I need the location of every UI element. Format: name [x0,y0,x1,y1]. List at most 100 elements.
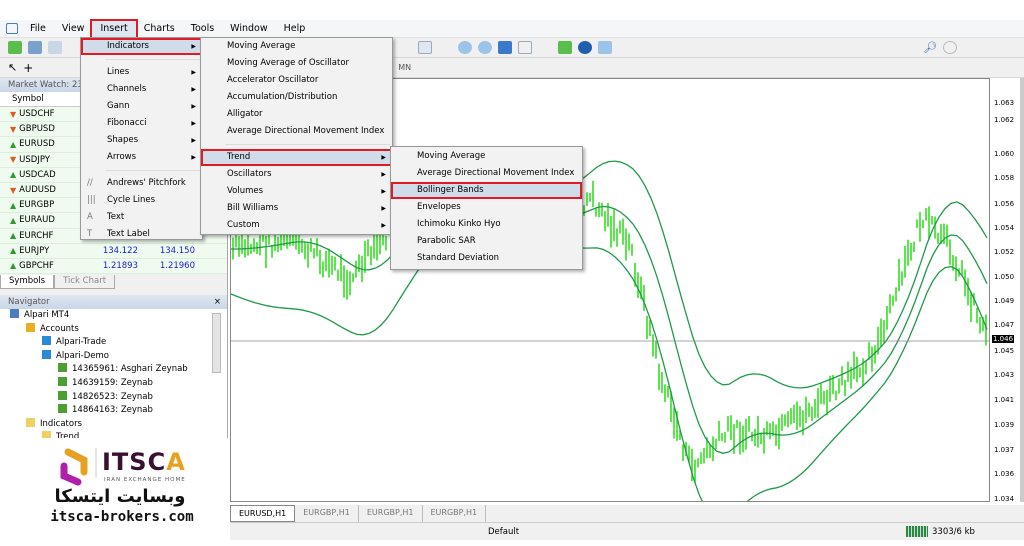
chart-tab[interactable]: EURUSD,H1 [230,505,296,522]
menu-item-indicators[interactable]: Indicators ▶ [81,38,202,55]
menu-item-label: Bollinger Bands [417,185,484,195]
bid-price: 134.122 [102,245,138,256]
menu-item-average-directional-movement-index[interactable]: Average Directional Movement Index [391,165,582,182]
symbol-row[interactable]: ▲ EURJPY 134.122 134.150 [0,243,227,259]
navigator-item[interactable]: 14365961: Asghari Zeynab [0,363,227,377]
auto-scroll-icon[interactable] [518,41,532,54]
menu-item-text[interactable]: A Text [81,209,202,226]
menu-item-fibonacci[interactable]: Fibonacci ▶ [81,115,202,132]
status-traffic: 3303/6 kb [932,527,975,537]
terminal-icon [10,309,19,319]
zoom-in-icon[interactable] [458,41,472,54]
tab-symbols[interactable]: Symbols [0,275,55,290]
bar-chart-icon[interactable] [398,41,412,54]
menu-item-lines[interactable]: Lines ▶ [81,64,202,81]
menu-item-label: Channels [107,84,147,94]
menu-item-label: Envelopes [417,202,461,212]
menu-item-cycle-lines[interactable]: ||| Cycle Lines [81,192,202,209]
line-chart-icon[interactable] [438,41,452,54]
navigator-tree: Alpari MT4 Accounts Alpari-Trade Alpari-Dem… [0,309,227,460]
arrow-up-icon: ▲ [10,139,17,149]
crosshair-icon[interactable]: + [23,61,33,75]
menu-tools[interactable]: Tools [183,21,222,37]
menu-item-average-directional-movement-index[interactable]: Average Directional Movement Index [201,123,392,140]
menu-item-moving-average-of-oscillator[interactable]: Moving Average of Oscillator [201,55,392,72]
navigator-item[interactable]: Alpari MT4 [0,309,227,323]
close-icon[interactable]: × [214,295,221,309]
chart-tabs: EURUSD,H1 EURGBP,H1 EURGBP,H1 EURGBP,H1 [230,505,1024,522]
candlestick-icon[interactable] [418,41,432,54]
symbol-name: AUDUSD [19,185,56,196]
menu-item-custom[interactable]: Custom ▶ [201,217,392,234]
menu-item-label: Average Directional Movement Index [417,168,575,178]
menu-item-parabolic-sar[interactable]: Parabolic SAR [391,233,582,250]
menu-item-moving-average[interactable]: Moving Average [201,38,392,55]
menu-view[interactable]: View [54,21,93,37]
menu-item-andrews-pitchfork[interactable]: // Andrews' Pitchfork [81,175,202,192]
menu-help[interactable]: Help [276,21,314,37]
menu-window[interactable]: Window [222,21,275,37]
search-icon[interactable]: 🔎︎ [923,41,937,54]
menu-item-bill-williams[interactable]: Bill Williams ▶ [201,200,392,217]
arrow-up-icon: ▲ [10,261,17,271]
menu-insert[interactable]: Insert [90,18,138,39]
navigator-item[interactable]: Accounts [0,322,227,337]
menu-charts[interactable]: Charts [136,21,183,37]
symbol-row[interactable]: ▲ GBPCHF 1.21893 1.21960 [0,258,227,275]
symbol-cell: ▲ EURGBP [0,200,85,210]
menu-item-standard-deviation[interactable]: Standard Deviation [391,250,582,267]
menu-item-text-label[interactable]: T Text Label [81,226,202,243]
menu-item-bollinger-bands[interactable]: Bollinger Bands [391,182,582,199]
menu-item-arrows[interactable]: Arrows ▶ [81,149,202,166]
periods-icon[interactable] [578,41,592,54]
price-label: 1.045 [994,347,1015,355]
menu-item-ichimoku-kinko-hyo[interactable]: Ichimoku Kinko Hyo [391,216,582,233]
symbol-name: EURGBP [19,200,55,211]
new-chart-icon[interactable] [8,41,22,54]
indicators-icon[interactable] [558,41,572,54]
cursor-icon[interactable]: ↖ [8,61,17,74]
tab-tick-chart[interactable]: Tick Chart [54,275,116,290]
chart-tab[interactable]: EURGBP,H1 [359,505,423,522]
menu-item-volumes[interactable]: Volumes ▶ [201,183,392,200]
menu-item-envelopes[interactable]: Envelopes [391,199,582,216]
price-axis: 1.063 1.062 1.060 1.058 1.056 1.054 1.052 1.050… [990,78,1020,503]
navigator-item[interactable]: 14826523: Zeynab [0,390,227,405]
chart-tab[interactable]: EURGBP,H1 [423,505,487,522]
navigator-scrollbar[interactable] [212,313,221,374]
menu-item-shapes[interactable]: Shapes ▶ [81,132,202,149]
timeframe-mn[interactable]: MN [398,63,411,72]
price-label: 1.034 [994,495,1015,503]
menu-file[interactable]: File [22,21,54,37]
menu-item-label: Indicators [107,41,149,51]
navigator-item[interactable]: 14639159: Zeynab [0,377,227,391]
svg-text:ITSCA: ITSCA [102,448,186,476]
symbol-cell: ▼ USDJPY [0,155,85,165]
menu-item-moving-average[interactable]: Moving Average [391,148,582,165]
market-watch-icon[interactable] [48,41,62,54]
tile-windows-icon[interactable] [498,41,512,54]
navigator-item[interactable]: 14864163: Zeynab [0,404,227,418]
menu-item-oscillators[interactable]: Oscillators ▶ [201,166,392,183]
chart-tab[interactable]: EURGBP,H1 [295,505,359,522]
templates-icon[interactable] [598,41,612,54]
navigator-title: Navigator × [0,295,227,310]
navigator-item[interactable]: Alpari-Trade [0,336,227,350]
menu-item-label: Fibonacci [107,118,147,128]
ask-price: 1.21960 [159,260,195,271]
profiles-icon[interactable] [28,41,42,54]
menu-item-label: Trend [227,152,251,162]
menu-item-channels[interactable]: Channels ▶ [81,81,202,98]
chart-shift-icon[interactable] [538,41,552,54]
zoom-out-icon[interactable] [478,41,492,54]
navigator-item[interactable]: Alpari-Demo [0,349,227,364]
menu-item-accumulation-distribution[interactable]: Accumulation/Distribution [201,89,392,106]
menu-item-trend[interactable]: Trend ▶ [201,149,392,166]
submenu-arrow-icon: ▶ [381,171,386,178]
navigator-item[interactable]: Indicators [0,417,227,432]
menu-item-alligator[interactable]: Alligator [201,106,392,123]
chat-icon[interactable] [942,41,957,54]
chart-scrollbar[interactable] [1020,78,1024,502]
menu-item-gann[interactable]: Gann ▶ [81,98,202,115]
menu-item-accelerator-oscillator[interactable]: Accelerator Oscillator [201,72,392,89]
